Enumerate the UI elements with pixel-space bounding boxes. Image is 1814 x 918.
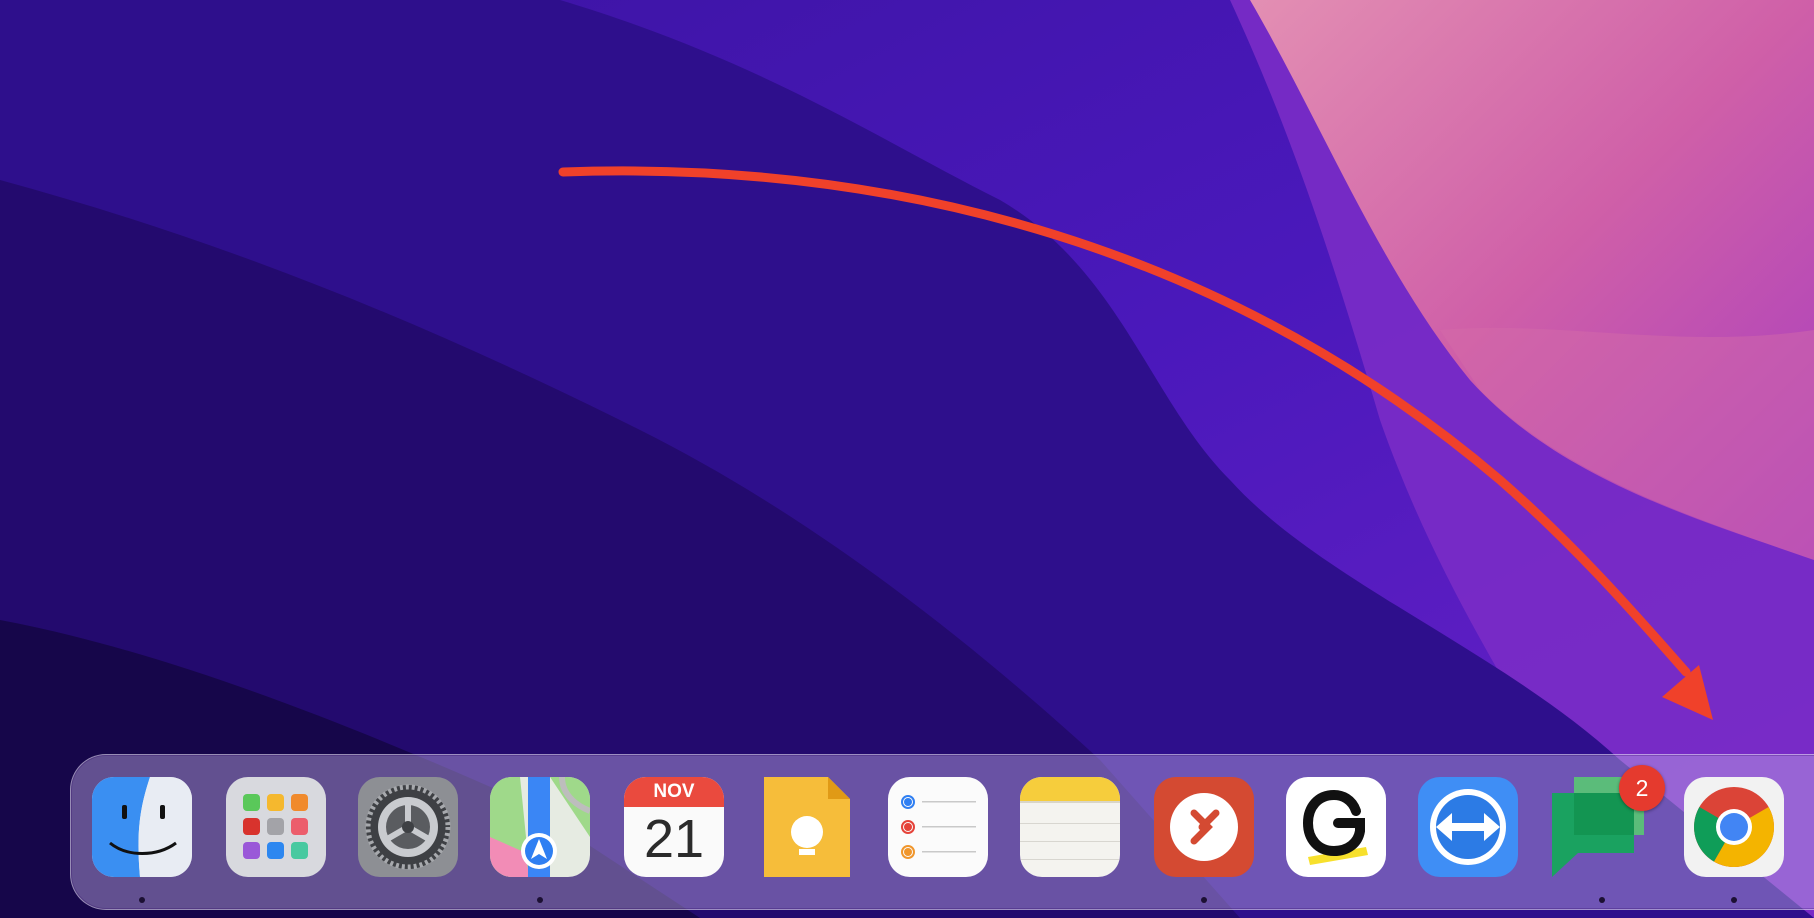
google-chat-running-indicator (1599, 897, 1605, 903)
finder-running-indicator (139, 897, 145, 903)
teamviewer-icon[interactable] (1418, 777, 1518, 877)
keep-icon[interactable] (758, 777, 858, 877)
chat-unread-badge: 2 (1619, 765, 1665, 811)
chrome-icon[interactable] (1684, 777, 1784, 877)
finder-icon[interactable] (92, 777, 192, 877)
chrome-running-indicator (1731, 897, 1737, 903)
maps-icon[interactable] (490, 777, 590, 877)
calendar-month: NOV (653, 781, 695, 802)
grammarly-icon[interactable] (1286, 777, 1386, 877)
notes-icon[interactable] (1020, 777, 1120, 877)
remote-desktop-running-indicator (1201, 897, 1207, 903)
remote-desktop-icon[interactable] (1154, 777, 1254, 877)
maps-running-indicator (537, 897, 543, 903)
system-preferences-icon[interactable] (358, 777, 458, 877)
reminders-icon[interactable] (888, 777, 988, 877)
calendar-day: 21 (643, 809, 705, 869)
launchpad-icon[interactable] (226, 777, 326, 877)
calendar-icon[interactable]: NOV 21 (624, 777, 724, 877)
